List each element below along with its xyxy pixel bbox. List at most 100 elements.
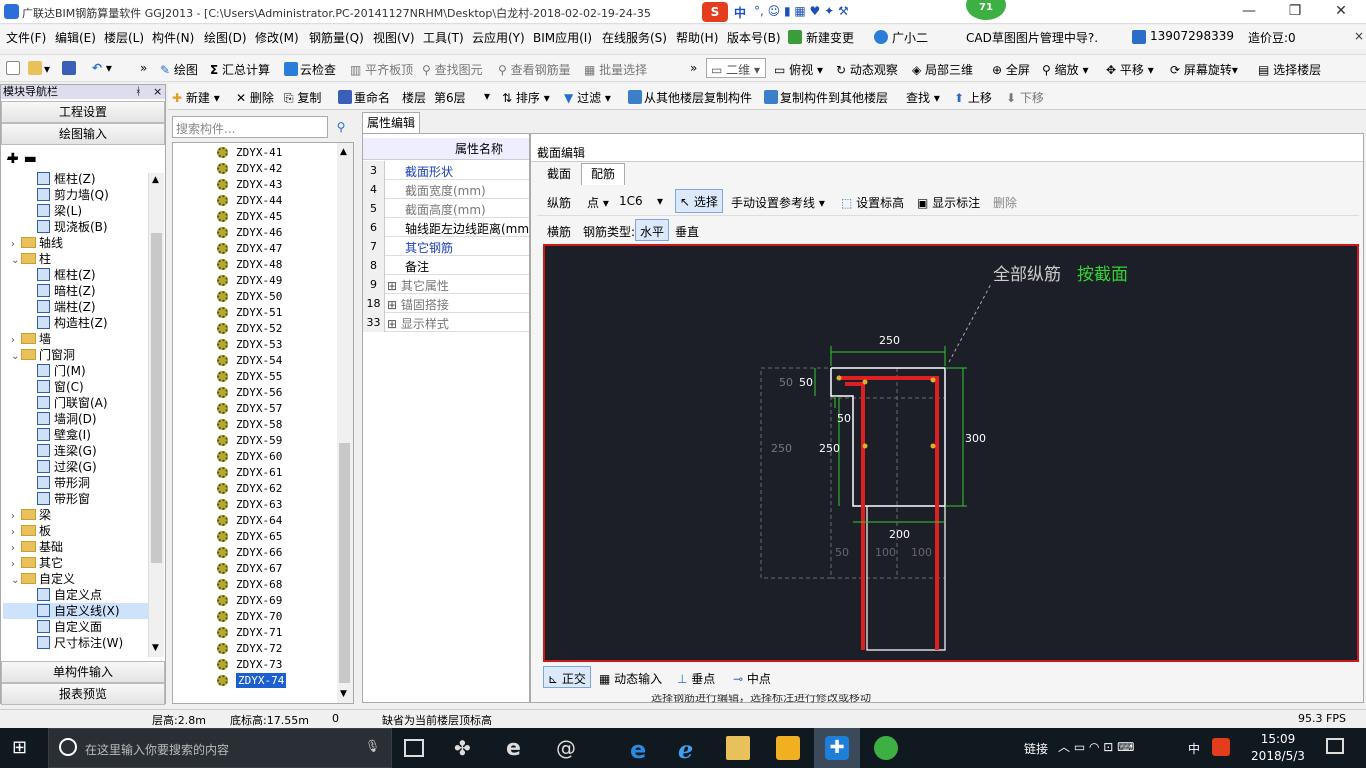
local-3d-button[interactable]: ◈ 局部三维 — [912, 61, 973, 78]
section-canvas[interactable]: 250 50 50 50 250 250 300 200 50 100 100 … — [543, 244, 1359, 662]
tree-item[interactable]: 窗(C) — [3, 379, 148, 395]
dim-inner[interactable]: 50 — [837, 412, 851, 425]
pan-button[interactable]: ✥ 平移 ▾ — [1106, 61, 1154, 78]
list-item[interactable]: ZDYX-74 — [173, 673, 353, 689]
list-item[interactable]: ZDYX-67 — [173, 561, 353, 577]
list-item[interactable]: ZDYX-47 — [173, 241, 353, 257]
delete-button[interactable]: ✕ 删除 — [236, 89, 274, 106]
tree-item[interactable]: ⌄ 门窗洞 — [3, 347, 148, 363]
list-item[interactable]: ZDYX-53 — [173, 337, 353, 353]
list-item[interactable]: ZDYX-46 — [173, 225, 353, 241]
show-label-button[interactable]: ▣ 显示标注 — [917, 194, 980, 211]
rename-button[interactable]: 重命名 — [338, 89, 390, 106]
zoom-button[interactable]: ⚲ 缩放 ▾ — [1042, 61, 1088, 78]
expand-plus-icon[interactable]: ⊞ — [387, 317, 401, 331]
expander-icon[interactable]: ⌄ — [11, 573, 21, 589]
notes-app-icon[interactable] — [776, 736, 800, 760]
tray-ime[interactable]: 中 — [1188, 740, 1200, 757]
nav-close-icon[interactable]: × — [153, 85, 162, 99]
list-item[interactable]: ZDYX-54 — [173, 353, 353, 369]
list-item[interactable]: ZDYX-61 — [173, 465, 353, 481]
property-row[interactable]: 5 截面高度(mm) — [363, 199, 529, 218]
list-item[interactable]: ZDYX-56 — [173, 385, 353, 401]
project-settings-button[interactable]: 工程设置 — [1, 101, 165, 123]
cad-image-link[interactable]: CAD草图图片管理中导?. — [966, 29, 1098, 47]
menu-cloud[interactable]: 云应用(Y) — [472, 29, 525, 47]
cloud-check-button[interactable]: 云检查 — [284, 61, 336, 78]
tree-item[interactable]: › 板 — [3, 523, 148, 539]
expander-icon[interactable]: ⌄ — [11, 253, 21, 269]
property-row[interactable]: 9 ⊞ 其它属性 — [363, 275, 529, 294]
property-row[interactable]: 3 截面形状 — [363, 161, 529, 180]
dynamic-input-button[interactable]: ▦ 动态输入 — [599, 670, 662, 687]
tree-item[interactable]: 框柱(Z) — [3, 267, 148, 283]
tree-item[interactable]: 壁龛(I) — [3, 427, 148, 443]
tree-item[interactable]: 端柱(Z) — [3, 299, 148, 315]
tray-icons[interactable]: ︿ ▭ ◠ ⊡ ⌨ — [1058, 738, 1134, 755]
menu-version[interactable]: 版本号(B) — [727, 29, 781, 47]
list-item[interactable]: ZDYX-45 — [173, 209, 353, 225]
restore-button[interactable]: ❐ — [1272, 0, 1318, 24]
select-floor-button[interactable]: ▤ 选择楼层 — [1258, 61, 1321, 78]
list-item[interactable]: ZDYX-50 — [173, 289, 353, 305]
menu-new-change[interactable]: 新建变更 — [806, 29, 854, 47]
property-row[interactable]: 7 其它钢筋 — [363, 237, 529, 256]
dynamic-view-button[interactable]: ↻ 动态观察 — [836, 61, 898, 78]
list-item[interactable]: ZDYX-42 — [173, 161, 353, 177]
view-mode-select[interactable]: ▭ 二维 ▾ — [706, 58, 766, 78]
menu-tools[interactable]: 工具(T) — [423, 29, 464, 47]
expand-collapse-icon[interactable]: ✚̶ ▬ — [7, 151, 37, 167]
microphone-icon[interactable]: 🎙 — [365, 739, 380, 753]
copy-to-floor-button[interactable]: 复制构件到其他楼层 — [764, 89, 888, 106]
list-item[interactable]: ZDYX-63 — [173, 497, 353, 513]
ime-tools-icon[interactable]: °, ☺ ▮ ▦ ♥ ✦ ⚒ — [754, 4, 849, 18]
overflow-chevron-icon[interactable]: » — [140, 61, 147, 75]
tree-item[interactable]: › 基础 — [3, 539, 148, 555]
list-item[interactable]: ZDYX-65 — [173, 529, 353, 545]
select-tool-button[interactable]: ↖ 选择 — [675, 189, 723, 213]
stirrup-button[interactable]: 横筋 — [547, 223, 571, 240]
menu-floor[interactable]: 楼层(L) — [104, 29, 144, 47]
fan-app-icon[interactable]: ✤ — [454, 736, 478, 760]
tab-section[interactable]: 截面 — [539, 164, 579, 184]
new-component-button[interactable]: ✚ 新建 ▾ — [172, 89, 220, 106]
menu-rebar-qty[interactable]: 钢筋量(Q) — [309, 29, 364, 47]
tree-item[interactable]: 自定义点 — [3, 587, 148, 603]
list-item[interactable]: ZDYX-70 — [173, 609, 353, 625]
expand-plus-icon[interactable]: ⊞ — [387, 298, 401, 312]
move-down-button[interactable]: ⬇ 下移 — [1006, 89, 1044, 106]
list-item[interactable]: ZDYX-62 — [173, 481, 353, 497]
dim-top[interactable]: 250 — [879, 334, 900, 347]
tree-item[interactable]: 带形窗 — [3, 491, 148, 507]
overflow-chevron-icon[interactable]: » — [690, 61, 697, 75]
tray-link-label[interactable]: 链接 — [1024, 740, 1048, 757]
property-row[interactable]: 18 ⊞ 锚固搭接 — [363, 294, 529, 313]
view-rebar-button[interactable]: ⚲ 查看钢筋量 — [498, 61, 571, 78]
list-item[interactable]: ZDYX-71 — [173, 625, 353, 641]
editor-delete-button[interactable]: 删除 — [993, 194, 1017, 211]
dim-left-top[interactable]: 50 — [799, 376, 813, 389]
taskbar-search-box[interactable]: 在这里输入你要搜索的内容 🎙 — [48, 728, 392, 768]
copy-button[interactable]: ⎘ 复制 — [284, 89, 321, 106]
property-row[interactable]: 8 备注 — [363, 256, 529, 275]
ortho-button[interactable]: ⊾ 正交 — [543, 666, 591, 688]
green-app-icon[interactable] — [874, 736, 898, 760]
action-center-icon[interactable] — [1326, 738, 1344, 754]
list-item[interactable]: ZDYX-52 — [173, 321, 353, 337]
vertical-button[interactable]: 垂直 — [675, 223, 699, 240]
list-item[interactable]: ZDYX-48 — [173, 257, 353, 273]
expand-plus-icon[interactable]: ⊞ — [387, 279, 401, 293]
perpendicular-button[interactable]: ⊥ 垂点 — [677, 670, 715, 687]
menu-component[interactable]: 构件(N) — [152, 29, 194, 47]
spiral-app-icon[interactable]: @ — [556, 736, 580, 760]
list-item[interactable]: ZDYX-43 — [173, 177, 353, 193]
report-preview-button[interactable]: 报表预览 — [1, 683, 165, 705]
tree-scrollbar[interactable]: ▲ ▼ — [148, 173, 164, 657]
menu-file[interactable]: 文件(F) — [6, 29, 46, 47]
midpoint-button[interactable]: ⊸ 中点 — [733, 670, 771, 687]
draw-button[interactable]: ✎ 绘图 — [160, 61, 198, 78]
sogou-tray-icon[interactable] — [1212, 738, 1230, 756]
rebar-spec-select[interactable]: 1C6 ▾ — [619, 194, 665, 208]
list-item[interactable]: ZDYX-60 — [173, 449, 353, 465]
tree-item[interactable]: 墙洞(D) — [3, 411, 148, 427]
